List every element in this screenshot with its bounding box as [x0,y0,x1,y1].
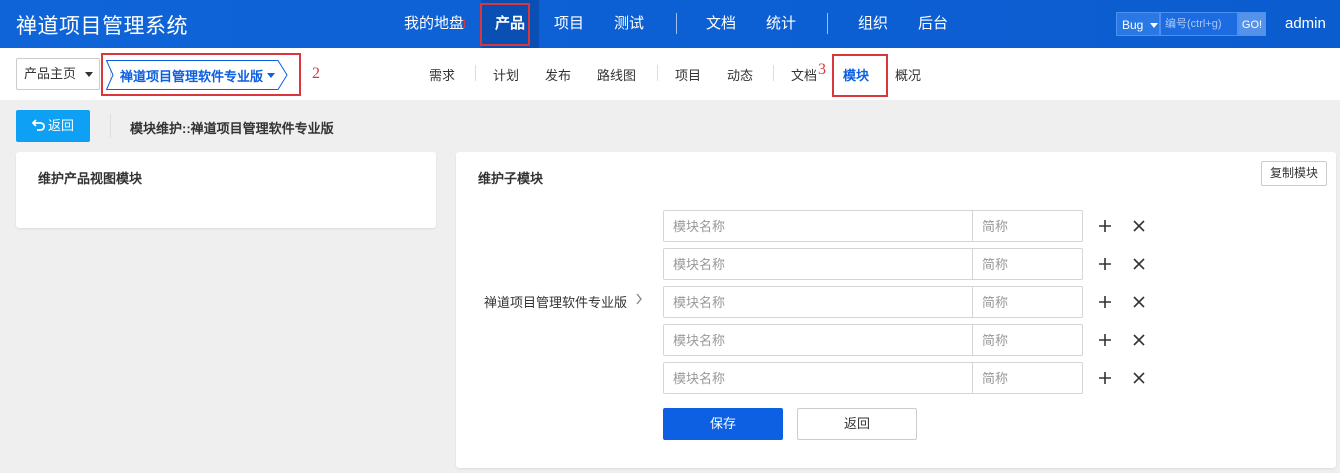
nav-report[interactable]: 统计 [766,0,796,48]
toolbar-divider [110,114,111,138]
plus-icon[interactable] [1094,291,1116,313]
user-name: admin [1285,15,1326,32]
parent-module-label: 禅道项目管理软件专业版 [484,295,628,310]
nav-test[interactable]: 测试 [614,0,644,48]
plus-icon[interactable] [1094,329,1116,351]
save-button[interactable]: 保存 [663,408,783,440]
nav-divider [676,13,677,34]
search-input[interactable] [1160,12,1238,36]
subnav-divider [657,65,658,81]
close-icon[interactable] [1128,329,1150,351]
close-icon[interactable] [1128,291,1150,313]
module-short-input[interactable] [972,210,1083,242]
subnav-roadmap[interactable]: 路线图 [597,65,636,84]
annotation-box-2 [101,53,301,96]
subnav-view[interactable]: 概况 [895,65,921,84]
subnav-doc[interactable]: 文档 [791,65,817,84]
copy-module-button[interactable]: 复制模块 [1261,161,1327,186]
plus-icon[interactable] [1094,253,1116,275]
chevron-right-icon [636,293,642,305]
panel-title: 维护子模块 [478,171,544,186]
panel-title: 维护产品视图模块 [38,171,143,186]
plus-icon[interactable] [1094,215,1116,237]
product-home-label: 产品主页 [24,66,77,81]
subnav-dynamic[interactable]: 动态 [727,65,753,84]
module-row [663,286,1145,318]
plus-icon[interactable] [1094,367,1116,389]
subnav-divider [475,65,476,81]
nav-my[interactable]: 我的地盘 [404,0,464,48]
nav-divider [827,13,828,34]
back-button[interactable]: 返回 [16,110,90,142]
close-icon[interactable] [1128,367,1150,389]
annotation-number-1: 1 [461,16,468,31]
search-type-label: Bug [1122,18,1144,32]
search-go-button[interactable]: GO! [1238,12,1266,36]
caret-down-icon [84,72,93,78]
module-row [663,362,1145,394]
undo-icon [31,119,45,131]
user-menu[interactable]: admin [1285,0,1340,75]
cancel-button[interactable]: 返回 [797,408,917,440]
module-name-input[interactable] [663,210,973,242]
annotation-box-3 [832,54,888,97]
module-short-input[interactable] [972,286,1083,318]
search-type-select[interactable]: Bug [1116,12,1160,36]
nav-doc[interactable]: 文档 [706,0,736,48]
module-name-input[interactable] [663,362,973,394]
module-short-input[interactable] [972,248,1083,280]
subnav-divider [773,65,774,81]
module-name-input[interactable] [663,286,973,318]
close-icon[interactable] [1128,215,1150,237]
top-header: 禅道项目管理系统 我的地盘 产品 项目 测试 文档 统计 组织 后台 Bug G… [0,0,1340,75]
product-home-dropdown[interactable]: 产品主页 [16,58,100,90]
module-name-input[interactable] [663,324,973,356]
close-icon[interactable] [1128,253,1150,275]
module-short-input[interactable] [972,362,1083,394]
subnav-plan[interactable]: 计划 [493,65,519,84]
subnav-story[interactable]: 需求 [429,65,455,84]
caret-down-icon [1149,23,1158,29]
module-name-input[interactable] [663,248,973,280]
module-short-input[interactable] [972,324,1083,356]
annotation-number-2: 2 [312,65,320,82]
annotation-number-3: 3 [818,61,826,78]
global-search: Bug GO! [1116,12,1266,36]
nav-project[interactable]: 项目 [554,0,584,48]
back-button-label: 返回 [47,118,74,133]
product-modules-panel: 维护产品视图模块 [16,152,436,228]
page-title: 模块维护::禅道项目管理软件专业版 [130,121,334,136]
subnav-project[interactable]: 项目 [675,65,701,84]
module-row [663,248,1145,280]
annotation-box-1 [480,3,530,46]
module-row [663,324,1145,356]
nav-org[interactable]: 组织 [858,0,888,48]
child-modules-panel: 维护子模块 复制模块 禅道项目管理软件专业版 保存 返回 [456,152,1336,468]
app-title[interactable]: 禅道项目管理系统 [16,10,188,40]
nav-admin[interactable]: 后台 [918,0,948,48]
subnav-release[interactable]: 发布 [545,65,571,84]
module-row [663,210,1145,242]
